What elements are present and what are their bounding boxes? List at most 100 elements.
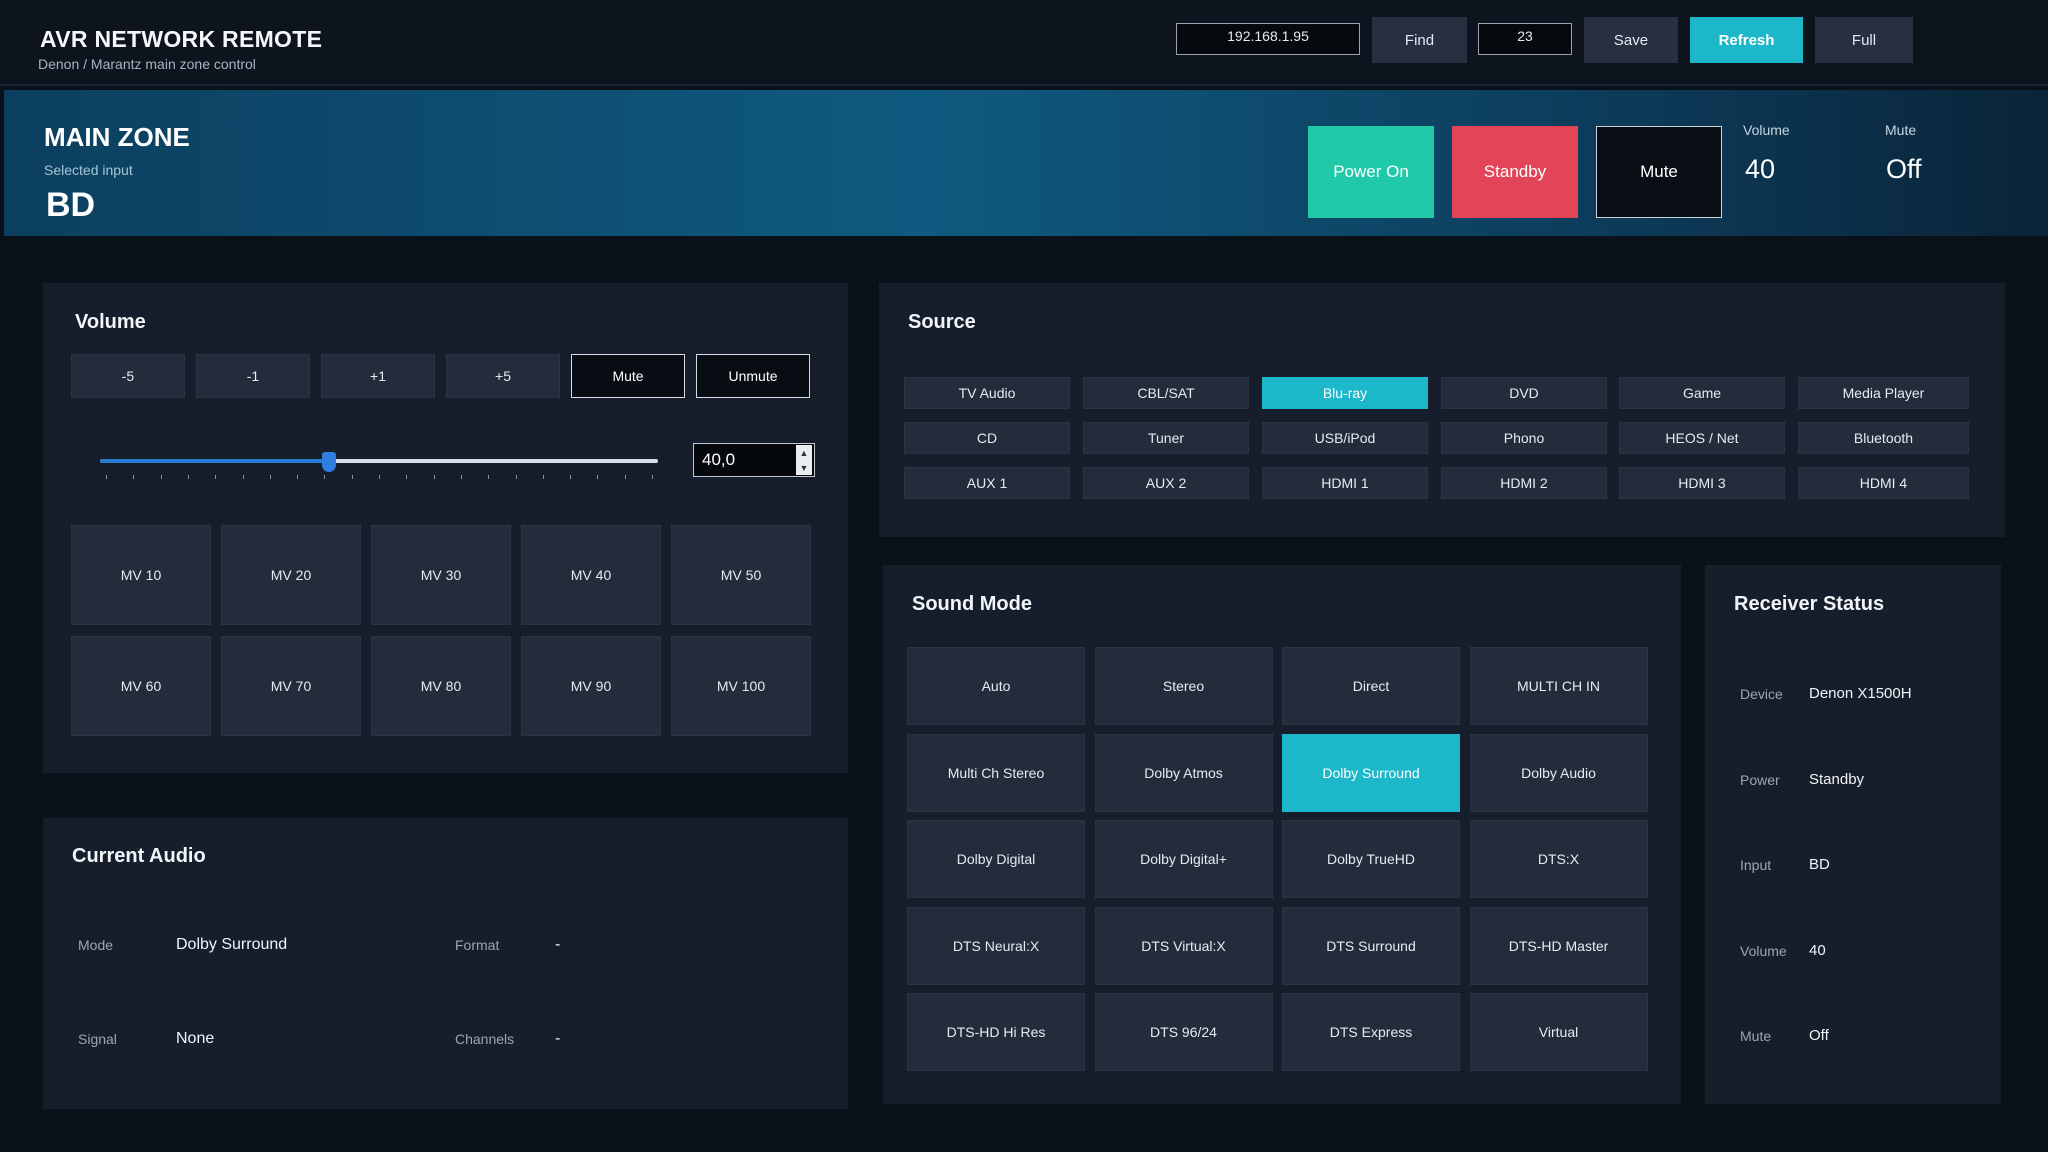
volume-slider-fill [100, 459, 329, 463]
source-button[interactable]: AUX 2 [1083, 467, 1249, 499]
port-input[interactable]: 23 [1478, 23, 1572, 55]
spin-down-icon[interactable]: ▼ [796, 460, 812, 475]
source-button[interactable]: Phono [1441, 422, 1607, 454]
volume-mute-button[interactable]: Mute [571, 354, 685, 398]
sound-mode-button[interactable]: Dolby Digital [907, 820, 1085, 898]
volume-slider-tick [570, 475, 572, 479]
volume-preset-button[interactable]: MV 30 [371, 525, 511, 625]
audio-signal-label: Signal [78, 1031, 117, 1047]
volume-slider-tick [187, 475, 189, 479]
sound-mode-button[interactable]: DTS Express [1282, 993, 1460, 1071]
volume-preset-button[interactable]: MV 90 [521, 636, 661, 736]
audio-mode-label: Mode [78, 937, 114, 953]
volume-slider-handle[interactable] [321, 452, 336, 472]
volume-slider-tick [160, 475, 162, 479]
selected-input-label: Selected input [44, 162, 133, 178]
spin-up-icon[interactable]: ▲ [796, 445, 812, 460]
save-button[interactable]: Save [1584, 17, 1678, 63]
volume-slider-tick [269, 475, 271, 479]
volume-preset-button[interactable]: MV 40 [521, 525, 661, 625]
volume-unmute-button[interactable]: Unmute [696, 354, 810, 398]
audio-channels-label: Channels [455, 1031, 515, 1047]
source-button[interactable]: AUX 1 [904, 467, 1070, 499]
standby-button[interactable]: Standby [1452, 126, 1578, 218]
sound-mode-button[interactable]: Auto [907, 647, 1085, 725]
sound-mode-button[interactable]: MULTI CH IN [1469, 647, 1648, 725]
volume-slider-tick [215, 475, 217, 479]
source-button[interactable]: HDMI 4 [1798, 467, 1969, 499]
volume-minus-1-button[interactable]: -1 [196, 354, 310, 398]
source-button[interactable]: HDMI 3 [1619, 467, 1785, 499]
sound-mode-button[interactable]: DTS Surround [1282, 906, 1460, 985]
volume-slider-tick [133, 475, 135, 479]
source-button[interactable]: CBL/SAT [1083, 377, 1249, 409]
volume-minus-5-button[interactable]: -5 [71, 354, 185, 398]
sound-mode-button[interactable]: Dolby Atmos [1094, 733, 1273, 812]
full-button[interactable]: Full [1815, 17, 1913, 63]
source-button[interactable]: CD [904, 422, 1070, 454]
volume-slider-tick [597, 475, 599, 479]
volume-slider-tick [406, 475, 408, 479]
sound-mode-button[interactable]: DTS-HD Master [1469, 906, 1648, 985]
volume-slider-tick [460, 475, 462, 479]
source-button[interactable]: USB/iPod [1262, 422, 1428, 454]
volume-preset-button[interactable]: MV 70 [221, 636, 361, 736]
sound-mode-button[interactable]: DTS:X [1469, 820, 1648, 898]
status-value: BD [1809, 856, 1830, 873]
zone-mute-status-label: Mute [1885, 122, 1917, 138]
sound-mode-button[interactable]: Dolby TrueHD [1282, 820, 1460, 898]
volume-plus-5-button[interactable]: +5 [446, 354, 560, 398]
audio-signal-value: None [176, 1030, 215, 1047]
status-value: 40 [1809, 941, 1826, 959]
source-button[interactable]: Blu-ray [1262, 377, 1428, 409]
sound-mode-button[interactable]: DTS 96/24 [1094, 993, 1273, 1071]
status-value: Standby [1809, 770, 1865, 788]
sound-mode-button[interactable]: Direct [1282, 647, 1460, 725]
volume-preset-button[interactable]: MV 80 [371, 636, 511, 736]
sound-mode-button[interactable]: DTS-HD Hi Res [907, 993, 1085, 1071]
status-value: Denon X1500H [1809, 685, 1912, 702]
source-button[interactable]: DVD [1441, 377, 1607, 409]
volume-preset-button[interactable]: MV 50 [671, 525, 811, 625]
volume-slider-tick [106, 475, 107, 479]
volume-preset-button[interactable]: MV 20 [221, 525, 361, 625]
source-button[interactable]: Game [1619, 377, 1785, 409]
volume-slider-tick [351, 475, 353, 479]
audio-mode-value: Dolby Surround [176, 936, 288, 953]
sound-mode-button[interactable]: Multi Ch Stereo [907, 733, 1085, 812]
volume-preset-button[interactable]: MV 10 [71, 525, 211, 625]
source-button[interactable]: TV Audio [904, 377, 1070, 409]
volume-slider-tick [624, 475, 626, 479]
volume-plus-1-button[interactable]: +1 [321, 354, 435, 398]
volume-preset-button[interactable]: MV 60 [71, 636, 211, 736]
source-button[interactable]: Bluetooth [1798, 422, 1969, 454]
find-button[interactable]: Find [1372, 17, 1467, 63]
sound-mode-button[interactable]: Dolby Digital+ [1094, 820, 1273, 898]
volume-slider-tick [379, 475, 380, 479]
sound-mode-button[interactable]: DTS Virtual:X [1094, 906, 1273, 985]
status-label: Mute [1740, 1028, 1772, 1044]
sound-mode-button[interactable]: Stereo [1094, 647, 1273, 725]
receiver-status-title: Receiver Status [1734, 593, 1885, 615]
source-button[interactable]: HEOS / Net [1619, 422, 1785, 454]
zone-mute-button[interactable]: Mute [1596, 126, 1722, 218]
sound-mode-button[interactable]: DTS Neural:X [907, 906, 1085, 985]
volume-preset-button[interactable]: MV 100 [671, 636, 811, 736]
ip-address-input[interactable]: 192.168.1.95 [1176, 23, 1360, 55]
volume-slider-tick [242, 475, 244, 479]
sound-mode-button[interactable]: Virtual [1469, 993, 1648, 1071]
zone-volume-value: 40 [1745, 154, 1776, 184]
power-on-button[interactable]: Power On [1308, 126, 1434, 218]
sound-mode-button[interactable]: Dolby Surround [1282, 733, 1460, 812]
source-button[interactable]: Media Player [1798, 377, 1969, 409]
sound-mode-button[interactable]: Dolby Audio [1469, 733, 1648, 812]
source-button[interactable]: HDMI 1 [1262, 467, 1428, 499]
source-button[interactable]: Tuner [1083, 422, 1249, 454]
refresh-button[interactable]: Refresh [1690, 17, 1803, 63]
zone-mute-status-value: Off [1886, 154, 1922, 184]
status-value: Off [1809, 1027, 1829, 1044]
status-label: Volume [1740, 942, 1787, 959]
current-audio-title: Current Audio [72, 845, 206, 867]
sound-mode-title: Sound Mode [912, 593, 1032, 615]
source-button[interactable]: HDMI 2 [1441, 467, 1607, 499]
